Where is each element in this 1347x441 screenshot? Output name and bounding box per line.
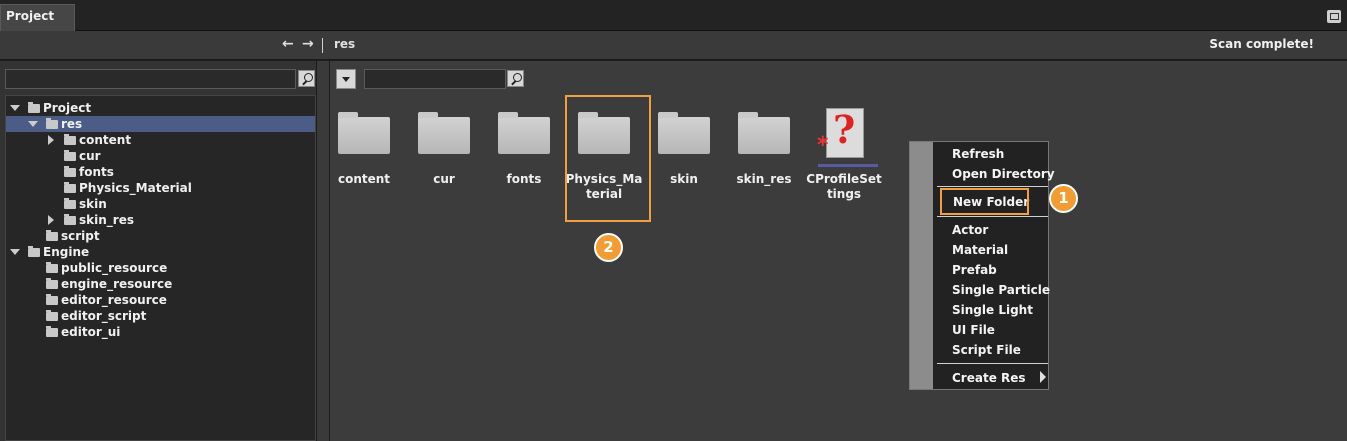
step-badge-1: 1 [1049, 184, 1078, 213]
menu-separator [937, 216, 1048, 217]
step-badge-2: 2 [594, 233, 623, 262]
folder-icon [46, 118, 58, 129]
menu-gutter [910, 142, 933, 389]
tree-item-label: skin_res [79, 213, 134, 227]
collapse-arrow-icon[interactable] [48, 215, 54, 225]
tree-item[interactable]: res [6, 116, 315, 132]
folder-icon [46, 230, 58, 241]
unknown-file-icon [817, 107, 864, 158]
folder-icon [46, 294, 58, 305]
submenu-arrow-icon [1040, 371, 1046, 383]
file-underline [818, 164, 878, 167]
tree-item-label: editor_ui [61, 325, 121, 339]
folder-tree: Project res content cur fonts Physics_Materia… [5, 95, 316, 441]
file-search-input[interactable] [364, 69, 506, 89]
tree-item-label: editor_resource [61, 293, 167, 307]
folder-icon [64, 182, 76, 193]
tree-item-label: skin [79, 197, 107, 211]
context-menu: Refresh Open Directory New Folder Actor … [909, 141, 1055, 390]
expand-arrow-icon[interactable] [10, 249, 20, 255]
highlight-box-menu-item [940, 188, 1029, 215]
menu-item-open-directory[interactable]: Open Directory [952, 167, 1055, 181]
folder-icon [46, 326, 58, 337]
panel-splitter[interactable] [316, 61, 330, 441]
tree-item[interactable]: Project [6, 100, 315, 116]
tree-item[interactable]: engine_resource [6, 276, 315, 292]
folder-icon [64, 134, 76, 145]
folder-icon [64, 214, 76, 225]
tree-item[interactable]: Physics_Material [6, 180, 315, 196]
tree-item[interactable]: cur [6, 148, 315, 164]
expand-arrow-icon[interactable] [28, 121, 38, 127]
folder-icon [28, 102, 40, 113]
expand-arrow-icon[interactable] [10, 105, 20, 111]
folder-icon [658, 112, 710, 154]
tree-item[interactable]: editor_script [6, 308, 315, 324]
tree-item-label: Physics_Material [79, 181, 192, 195]
file-label: cur [433, 172, 455, 186]
file-label: CProfileSettings [806, 172, 882, 201]
tree-item[interactable]: skin_res [6, 212, 315, 228]
address-bar: ← → res Scan complete! [0, 31, 1347, 60]
breadcrumb[interactable]: res [334, 37, 355, 51]
folder-icon [64, 150, 76, 161]
file-label: content [337, 172, 391, 186]
folder-icon [64, 166, 76, 177]
collapse-arrow-icon[interactable] [48, 135, 54, 145]
highlight-box-folder [565, 95, 651, 222]
menu-item-refresh[interactable]: Refresh [952, 147, 1004, 161]
tree-item[interactable]: skin [6, 196, 315, 212]
tree-item-label: public_resource [61, 261, 168, 275]
tree-item[interactable]: editor_resource [6, 292, 315, 308]
tree-item[interactable]: content [6, 132, 315, 148]
folder-icon [46, 310, 58, 321]
menu-separator [937, 186, 1048, 187]
tree-item-label: Engine [43, 245, 90, 259]
tree-item[interactable]: fonts [6, 164, 315, 180]
tree-item-label: editor_script [61, 309, 147, 323]
menu-item-actor[interactable]: Actor [952, 223, 988, 237]
file-label: skin_res [736, 172, 792, 186]
tree-item-label: content [79, 133, 132, 147]
tree-item-label: Project [43, 101, 92, 115]
forward-arrow-icon[interactable]: → [302, 36, 314, 52]
menu-item-script-file[interactable]: Script File [952, 343, 1021, 357]
tree-item-label: res [61, 117, 83, 131]
tab-project[interactable]: Project [0, 4, 75, 31]
tree-item[interactable]: script [6, 228, 315, 244]
search-icon[interactable] [507, 70, 524, 87]
folder-icon [46, 278, 58, 289]
pin-icon[interactable] [1327, 10, 1341, 23]
tree-item[interactable]: Engine [6, 244, 315, 260]
folder-icon [338, 112, 390, 154]
search-icon[interactable] [298, 70, 315, 87]
menu-item-create-res[interactable]: Create Res [952, 371, 1026, 385]
file-label: fonts [506, 172, 542, 186]
tree-item-label: fonts [79, 165, 114, 179]
folder-icon [738, 112, 790, 154]
breadcrumb-divider [322, 38, 323, 53]
folder-icon [418, 112, 470, 154]
folder-icon [28, 246, 40, 257]
folder-icon [64, 198, 76, 209]
tree-item-label: engine_resource [61, 277, 173, 291]
menu-separator [937, 363, 1048, 364]
tree-search-input[interactable] [5, 69, 296, 89]
back-arrow-icon[interactable]: ← [282, 36, 294, 52]
status-text: Scan complete! [1209, 37, 1314, 51]
file-label: skin [670, 172, 698, 186]
folder-icon [498, 112, 550, 154]
tree-item-label: cur [79, 149, 101, 163]
menu-item-single-particle[interactable]: Single Particle [952, 283, 1050, 297]
tree-item-label: script [61, 229, 100, 243]
view-dropdown-button[interactable] [336, 69, 356, 89]
menu-item-ui-file[interactable]: UI File [952, 323, 995, 337]
title-bar: Project [0, 0, 1347, 31]
folder-icon [46, 262, 58, 273]
menu-item-single-light[interactable]: Single Light [952, 303, 1033, 317]
tree-item[interactable]: public_resource [6, 260, 315, 276]
tree-item[interactable]: editor_ui [6, 324, 315, 340]
menu-item-prefab[interactable]: Prefab [952, 263, 997, 277]
menu-item-material[interactable]: Material [952, 243, 1008, 257]
